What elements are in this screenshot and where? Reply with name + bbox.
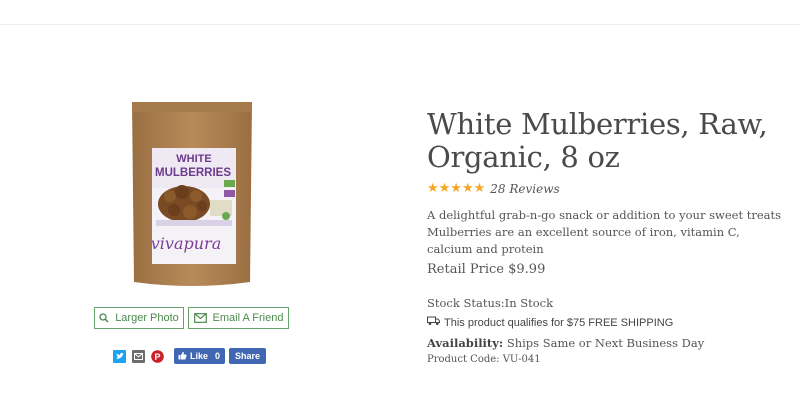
like-count: 0 — [215, 351, 221, 361]
email-friend-label: Email A Friend — [212, 312, 284, 324]
email-friend-button[interactable]: Email A Friend — [188, 307, 289, 329]
free-shipping-notice: This product qualifies for $75 FREE SHIP… — [427, 316, 673, 329]
rating-stars-icon: ★★★★★ — [427, 181, 486, 196]
pinterest-icon[interactable]: P — [151, 349, 164, 363]
product-rating[interactable]: ★★★★★ 28 Reviews — [427, 181, 560, 196]
facebook-share-button[interactable]: Share — [229, 348, 267, 364]
email-share-icon[interactable] — [132, 349, 145, 363]
stock-status: Stock Status:In Stock — [427, 296, 554, 310]
product-bag-image: WHITE MULBERRIES vivapura — [132, 102, 252, 286]
bag-label-line1: WHITE — [176, 153, 211, 165]
product-description: A delightful grab-n-go snack or addition… — [427, 208, 782, 256]
site-header-bar — [0, 0, 800, 25]
share-row: P Like 0 Share — [113, 346, 267, 366]
availability-label: Availability: — [427, 336, 504, 350]
thumbs-up-icon — [178, 351, 187, 362]
reviews-link[interactable]: 28 Reviews — [490, 182, 559, 196]
twitter-icon[interactable] — [113, 349, 126, 363]
facebook-like-button[interactable]: Like 0 — [174, 348, 226, 364]
magnifier-icon — [99, 313, 109, 323]
like-label: Like — [190, 351, 209, 361]
bag-brand-logo: vivapura — [151, 234, 221, 253]
envelope-icon — [193, 313, 207, 323]
product-image[interactable]: WHITE MULBERRIES vivapura — [126, 96, 258, 292]
retail-price: Retail Price $9.99 — [427, 262, 546, 277]
shipping-text: This product qualifies for $75 FREE SHIP… — [444, 316, 674, 329]
svg-text:P: P — [154, 352, 160, 362]
availability-value: Ships Same or Next Business Day — [506, 336, 705, 350]
product-code: Product Code: VU-041 — [427, 354, 541, 365]
bag-label-line2: MULBERRIES — [155, 167, 231, 179]
larger-photo-button[interactable]: Larger Photo — [94, 307, 184, 329]
share-label: Share — [235, 351, 261, 361]
larger-photo-label: Larger Photo — [115, 312, 179, 324]
product-title: White Mulberries, Raw, Organic, 8 oz — [427, 107, 768, 174]
availability: Availability: Ships Same or Next Busines… — [427, 336, 704, 350]
truck-icon — [427, 316, 440, 329]
